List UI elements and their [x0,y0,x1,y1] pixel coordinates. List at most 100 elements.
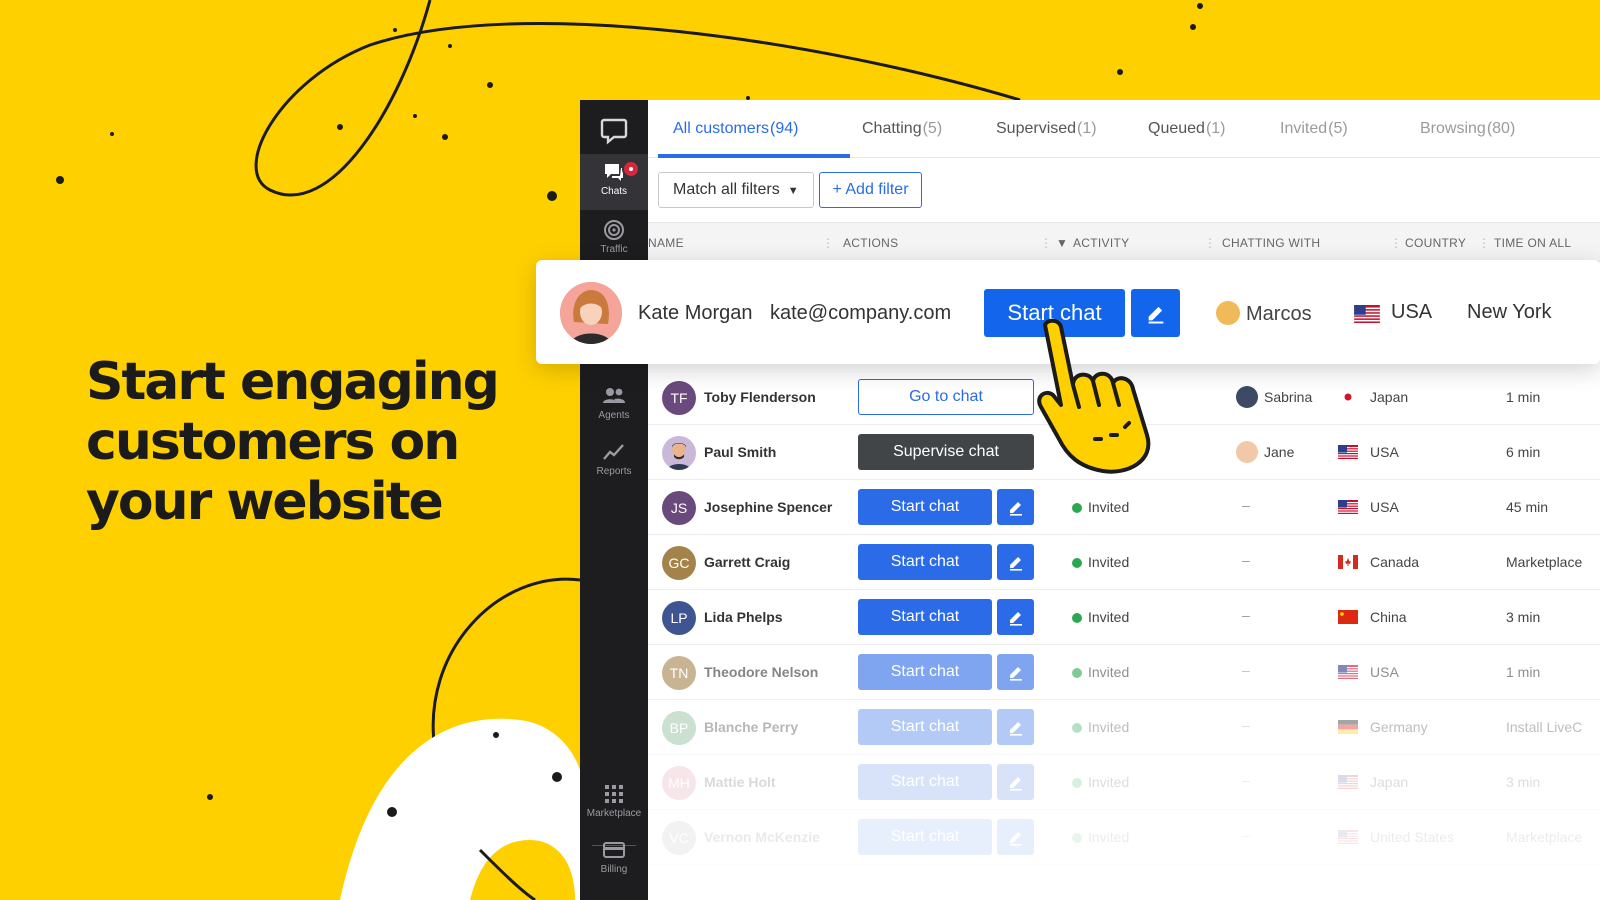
column-resize-handle[interactable]: ⋮ [1040,236,1052,250]
headline-line-3: your website [86,472,444,532]
country: Germany [1370,719,1428,735]
customers-panel: All customers(94) Chatting(5) Supervised… [648,100,1600,900]
start-chat-button[interactable]: Start chat [858,489,992,525]
avatar: VC [662,821,696,855]
chatting-with-empty: – [1242,827,1250,843]
caret-down-icon: ▼ [787,185,799,197]
country: USA [1391,301,1433,323]
sidebar-item-billing[interactable]: Billing [580,832,648,888]
column-activity[interactable]: ACTIVITY [1073,236,1129,250]
match-filters-dropdown[interactable]: Match all filters ▼ [658,172,814,208]
country: Japan [1370,774,1409,790]
chatting-with-empty: – [1242,552,1250,568]
pencil-icon [1009,612,1022,626]
customer-name: Toby Flenderson [704,389,816,405]
column-country[interactable]: COUNTRY [1405,236,1466,250]
hero-headline: Start engaging customers on your website [86,352,546,532]
country: USA [1370,664,1399,680]
column-resize-handle[interactable]: ⋮ [1390,236,1402,250]
sidebar-item-marketplace[interactable]: Marketplace [580,776,648,832]
status-dot [1072,503,1082,513]
logo-chat-bubble-icon[interactable] [598,114,630,146]
edit-invitation-button[interactable] [997,599,1034,635]
column-chatting-with[interactable]: CHATTING WITH [1222,236,1320,250]
time-on-site: Marketplace [1506,829,1583,845]
start-chat-button[interactable]: Start chat [858,709,992,745]
edit-invitation-button[interactable] [997,819,1034,855]
edit-invitation-button[interactable] [997,489,1034,525]
edit-invitation-button[interactable] [997,544,1034,580]
customer-email: kate@company.com [770,302,952,324]
table-row[interactable]: BP Blanche Perry Start chat Invited – Ge… [648,700,1600,755]
customer-name: Blanche Perry [704,719,799,735]
table-row[interactable]: GC Garrett Craig Start chat Invited – Ca… [648,535,1600,590]
pencil-icon [1009,667,1022,681]
country: United States [1370,829,1455,845]
tab-browsing[interactable]: Browsing(80) [1420,120,1515,138]
table-row[interactable]: JS Josephine Spencer Start chat Invited … [648,480,1600,535]
flag-usa-icon [1354,305,1380,323]
start-chat-button[interactable]: Start chat [858,654,992,690]
flag-usa-icon [1338,500,1358,514]
time-on-site: 1 min [1506,389,1541,405]
table-row[interactable]: TN Theodore Nelson Start chat Invited – … [648,645,1600,700]
customer-avatar [560,282,622,344]
filter-bar: Match all filters ▼ + Add filter [648,158,1600,222]
column-resize-handle[interactable]: ⋮ [822,236,834,250]
headline-line-1: Start engaging [86,352,500,412]
edit-invitation-button[interactable] [997,764,1034,800]
start-chat-button[interactable]: Start chat [858,544,992,580]
pencil-icon [1009,502,1022,516]
pencil-icon [1009,722,1022,736]
radar-icon [604,220,624,240]
table-row[interactable]: LP Lida Phelps Start chat Invited – Chin… [648,590,1600,645]
tab-invited[interactable]: Invited(5) [1280,120,1348,138]
column-name[interactable]: NAME [648,236,684,250]
sidebar-label-billing: Billing [600,864,628,875]
agent-avatar [1216,301,1240,325]
tab-queued[interactable]: Queued(1) [1148,120,1226,138]
column-resize-handle[interactable]: ⋮ [1204,236,1216,250]
activity-status: Invited [1072,499,1129,515]
edit-invitation-button[interactable] [997,654,1034,690]
tab-supervised[interactable]: Supervised(1) [996,120,1097,138]
flag-canada-icon [1338,555,1358,569]
add-filter-button[interactable]: + Add filter [819,172,922,208]
sidebar-item-chats[interactable]: Chats [580,154,648,210]
start-chat-button[interactable]: Start chat [858,599,992,635]
column-resize-handle[interactable]: ⋮ [1478,236,1490,250]
start-chat-button[interactable]: Start chat [858,819,992,855]
customer-name: Kate Morgan [638,302,753,324]
sidebar-item-agents[interactable]: Agents [580,378,648,434]
sort-desc-icon[interactable]: ▼ [1056,236,1068,250]
headline-line-2: customers on [86,412,460,472]
avatar: JS [662,491,696,525]
time-on-site: 3 min [1506,774,1541,790]
sidebar-label-reports: Reports [596,466,632,477]
customer-name: Mattie Holt [704,774,776,790]
country: Canada [1370,554,1420,570]
start-chat-button[interactable]: Start chat [858,764,992,800]
country: USA [1370,499,1399,515]
column-actions[interactable]: ACTIONS [843,236,898,250]
edit-invitation-button[interactable] [997,709,1034,745]
sidebar-item-reports[interactable]: Reports [580,434,648,490]
time-on-site: Marketplace [1506,554,1583,570]
time-on-site: 45 min [1506,499,1549,515]
table-row[interactable]: VC Vernon McKenzie Start chat Invited – … [648,810,1600,865]
agent-avatar [1236,441,1258,463]
chatting-with-empty: – [1242,497,1250,513]
chatting-with-empty: – [1242,662,1250,678]
tab-all-customers[interactable]: All customers(94) [673,120,798,138]
chatting-with-empty: – [1242,772,1250,788]
pencil-icon [1009,557,1022,571]
column-time-on-all[interactable]: TIME ON ALL [1494,236,1571,250]
flag-japan-icon [1338,390,1358,404]
pointing-hand-illustration [1037,318,1151,474]
supervise-chat-button[interactable]: Supervise chat [858,434,1034,470]
go-to-chat-button[interactable]: Go to chat [858,379,1034,415]
tab-chatting[interactable]: Chatting(5) [862,120,942,138]
customer-name: Josephine Spencer [704,499,833,515]
table-row[interactable]: MH Mattie Holt Start chat Invited – Japa… [648,755,1600,810]
customer-name: Vernon McKenzie [704,829,820,845]
